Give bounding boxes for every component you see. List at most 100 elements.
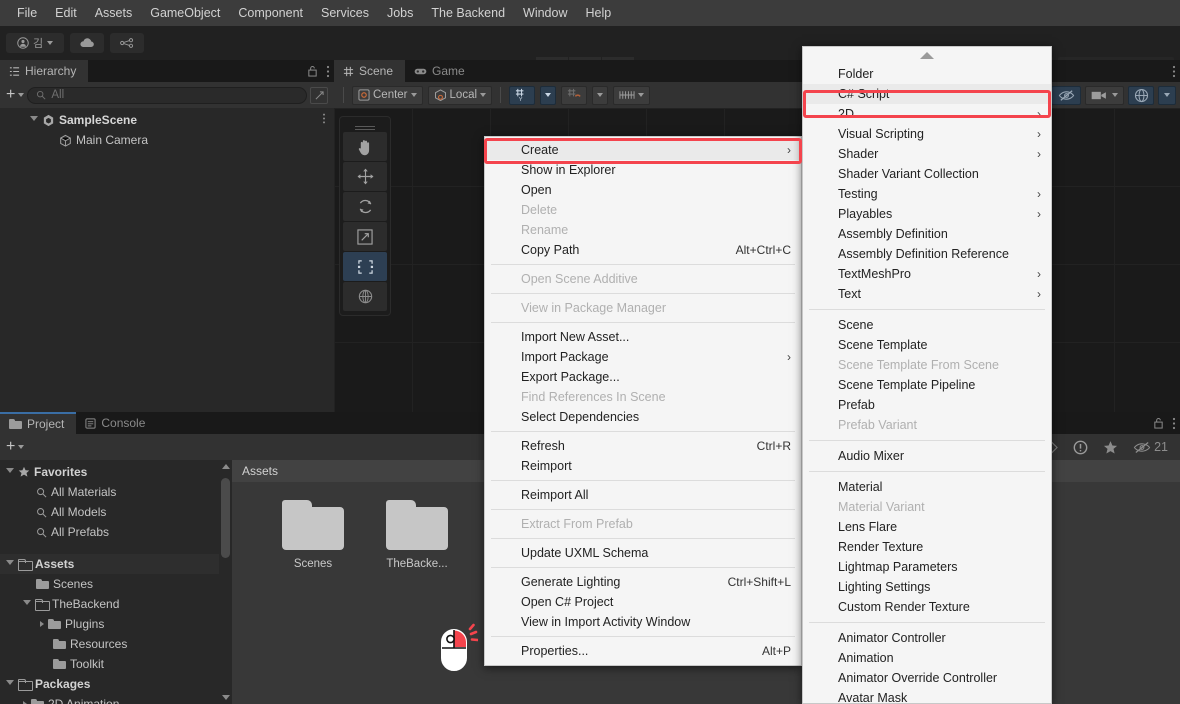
ctx-reimport-all[interactable]: Reimport All [485,485,801,505]
create-testing[interactable]: Testing › [803,184,1051,204]
chevron-down-icon[interactable] [30,116,38,124]
ctx-create[interactable]: Create › [485,140,801,160]
move-tool-button[interactable] [343,162,387,191]
cloud-button[interactable] [70,33,104,53]
create-text[interactable]: Text › [803,284,1051,304]
ctx-import-package[interactable]: Import Package › [485,347,801,367]
menu-item-gameobject[interactable]: GameObject [141,3,229,23]
ctx-import-new-asset[interactable]: Import New Asset... [485,327,801,347]
menu-item-edit[interactable]: Edit [46,3,86,23]
hierarchy-item-main-camera[interactable]: Main Camera [0,130,334,150]
gizmos-dropdown[interactable] [1158,85,1176,105]
create-render-texture[interactable]: Render Texture [803,537,1051,557]
project-item-all-prefabs[interactable]: All Prefabs [0,522,232,542]
hierarchy-expand-button[interactable] [310,86,328,104]
create-folder[interactable]: Folder [803,64,1051,84]
menu-item-the-backend[interactable]: The Backend [422,3,514,23]
asset-grid-item[interactable]: Scenes [274,500,352,570]
create-scene-template[interactable]: Scene Template [803,335,1051,355]
create-assembly-definition[interactable]: Assembly Definition [803,224,1051,244]
menu-item-help[interactable]: Help [577,3,621,23]
create-shader[interactable]: Shader › [803,144,1051,164]
ctx-properties[interactable]: Properties... Alt+P [485,641,801,661]
project-item-assets[interactable]: Assets [0,554,232,574]
create-animator-controller[interactable]: Animator Controller [803,628,1051,648]
menu-item-jobs[interactable]: Jobs [378,3,422,23]
create-submenu[interactable]: Folder C# Script 2D › Visual Scripting › Shade… [802,46,1052,704]
menu-item-services[interactable]: Services [312,3,378,23]
create-scene[interactable]: Scene [803,315,1051,335]
rect-tool-button[interactable] [343,252,387,281]
hand-tool-button[interactable] [343,132,387,161]
scroll-up-arrow[interactable] [222,464,230,469]
scale-tool-button[interactable] [343,222,387,251]
project-item-favorites[interactable]: Favorites [0,462,232,482]
snap-button[interactable] [561,85,588,105]
pivot-mode-dropdown[interactable]: Center [352,85,423,105]
handle-space-dropdown[interactable]: Local [427,85,493,105]
menu-item-file[interactable]: File [8,3,46,23]
account-button[interactable]: 김 [6,33,64,53]
create-asset-button[interactable]: + [6,439,15,455]
ctx-view-in-import-activity-window[interactable]: View in Import Activity Window [485,612,801,632]
transform-tool-button[interactable] [343,282,387,311]
project-item-packages[interactable]: Packages [0,674,232,694]
project-item-thebackend[interactable]: TheBackend [0,594,232,614]
menu-item-component[interactable]: Component [229,3,312,23]
scroll-down-arrow[interactable] [222,695,230,700]
favorite-filter-button[interactable] [1095,437,1125,457]
project-item-scenes[interactable]: Scenes [0,574,232,594]
create-material[interactable]: Material [803,477,1051,497]
create-lighting-settings[interactable]: Lighting Settings [803,577,1051,597]
scene-camera-dropdown[interactable] [1085,85,1124,105]
asset-grid-item[interactable]: TheBacke... [378,500,456,570]
gizmos-button[interactable] [1128,85,1154,105]
create-lens-flare[interactable]: Lens Flare [803,517,1051,537]
project-item-2d-animation[interactable]: 2D Animation [0,694,232,704]
chevron-down-icon[interactable] [6,560,14,568]
create-c-script[interactable]: C# Script [803,84,1051,104]
ctx-copy-path[interactable]: Copy Path Alt+Ctrl+C [485,240,801,260]
kebab-menu-icon[interactable] [322,113,326,127]
create-prefab[interactable]: Prefab [803,395,1051,415]
create-assembly-definition-reference[interactable]: Assembly Definition Reference [803,244,1051,264]
create-shader-variant-collection[interactable]: Shader Variant Collection [803,164,1051,184]
rotate-tool-button[interactable] [343,192,387,221]
create-visual-scripting[interactable]: Visual Scripting › [803,124,1051,144]
grid-axis-button[interactable]: Y [509,85,536,105]
submenu-scroll-up-arrow[interactable] [803,47,1051,64]
create-custom-render-texture[interactable]: Custom Render Texture [803,597,1051,617]
create-animator-override-controller[interactable]: Animator Override Controller [803,668,1051,688]
hierarchy-search-input[interactable]: All [27,86,307,104]
create-playables[interactable]: Playables › [803,204,1051,224]
ctx-refresh[interactable]: Refresh Ctrl+R [485,436,801,456]
project-tree-scrollbar[interactable] [219,460,232,704]
collab-button[interactable] [110,33,144,53]
grid-axis-dropdown[interactable] [540,85,557,105]
chevron-down-icon[interactable] [6,468,14,476]
create-avatar-mask[interactable]: Avatar Mask [803,688,1051,703]
ctx-open[interactable]: Open [485,180,801,200]
create-animation[interactable]: Animation [803,648,1051,668]
ctx-update-uxml-schema[interactable]: Update UXML Schema [485,543,801,563]
tab-game[interactable]: Game [405,60,477,82]
project-item-plugins[interactable]: Plugins [0,614,232,634]
chevron-down-icon[interactable] [6,680,14,688]
grid-size-dropdown[interactable] [613,85,651,105]
scene-visibility-button[interactable] [1051,85,1081,105]
ctx-show-in-explorer[interactable]: Show in Explorer [485,160,801,180]
menu-item-assets[interactable]: Assets [86,3,142,23]
project-item-resources[interactable]: Resources [0,634,232,654]
error-filter-button[interactable] [1065,437,1095,457]
ctx-export-package[interactable]: Export Package... [485,367,801,387]
chevron-right-icon[interactable] [40,621,44,627]
ctx-reimport[interactable]: Reimport [485,456,801,476]
chevron-down-icon[interactable] [18,93,25,97]
ctx-generate-lighting[interactable]: Generate Lighting Ctrl+Shift+L [485,572,801,592]
menu-item-window[interactable]: Window [514,3,576,23]
snap-dropdown[interactable] [592,85,609,105]
project-item-all-models[interactable]: All Models [0,502,232,522]
project-item-toolkit[interactable]: Toolkit [0,654,232,674]
chevron-down-icon[interactable] [23,600,31,608]
tab-hierarchy[interactable]: Hierarchy [0,60,89,82]
